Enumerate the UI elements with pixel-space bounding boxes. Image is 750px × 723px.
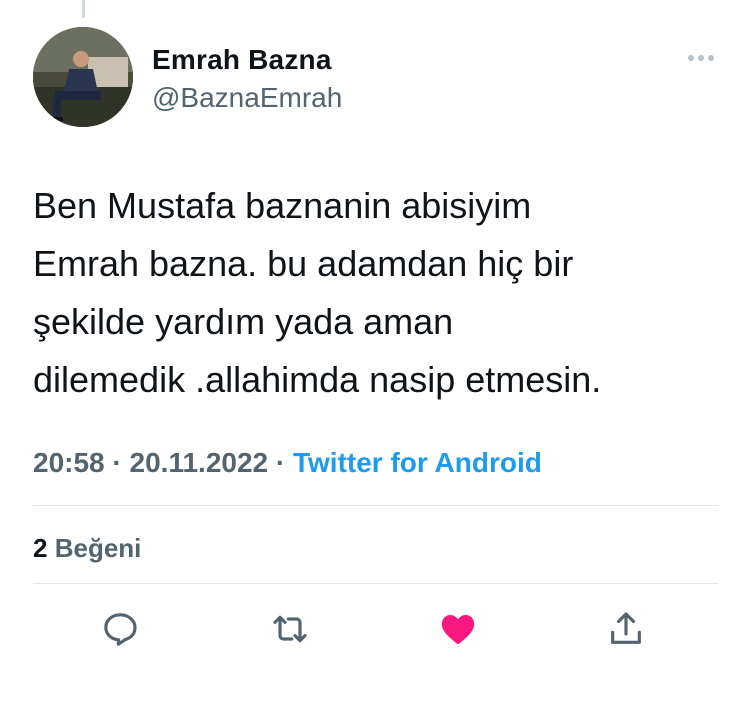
reply-button[interactable] [98, 607, 142, 651]
more-options-icon[interactable] [684, 44, 718, 72]
meta-separator: · [268, 447, 293, 478]
retweet-icon [273, 615, 307, 643]
like-count: 2 [33, 533, 48, 563]
divider [33, 505, 718, 506]
share-button[interactable] [604, 607, 648, 651]
tweet-source-link[interactable]: Twitter for Android [293, 447, 542, 478]
divider [33, 583, 718, 584]
retweet-button[interactable] [268, 607, 312, 651]
tweet-action-bar [0, 607, 750, 651]
more-dot [698, 55, 704, 61]
avatar-photo [33, 27, 133, 127]
share-icon [611, 612, 641, 644]
avatar[interactable] [33, 27, 133, 127]
more-dot [708, 55, 714, 61]
heart-icon [441, 615, 475, 644]
like-button[interactable] [436, 607, 480, 651]
more-dot [688, 55, 694, 61]
tweet-time[interactable]: 20:58 [33, 447, 105, 478]
author-name[interactable]: Emrah Bazna [152, 44, 332, 76]
author-handle[interactable]: @BaznaEmrah [152, 82, 342, 114]
reply-icon [104, 613, 137, 646]
tweet-text: Ben Mustafa baznanin abisiyim Emrah bazn… [33, 185, 602, 400]
meta-separator: · [104, 447, 130, 478]
thread-connector-line [82, 0, 85, 18]
tweet-metadata: 20:58 · 20.11.2022 · Twitter for Android [33, 447, 542, 479]
tweet-date[interactable]: 20.11.2022 [130, 447, 269, 478]
likes-summary[interactable]: 2 Beğeni [33, 533, 141, 564]
like-label: Beğeni [54, 533, 142, 563]
